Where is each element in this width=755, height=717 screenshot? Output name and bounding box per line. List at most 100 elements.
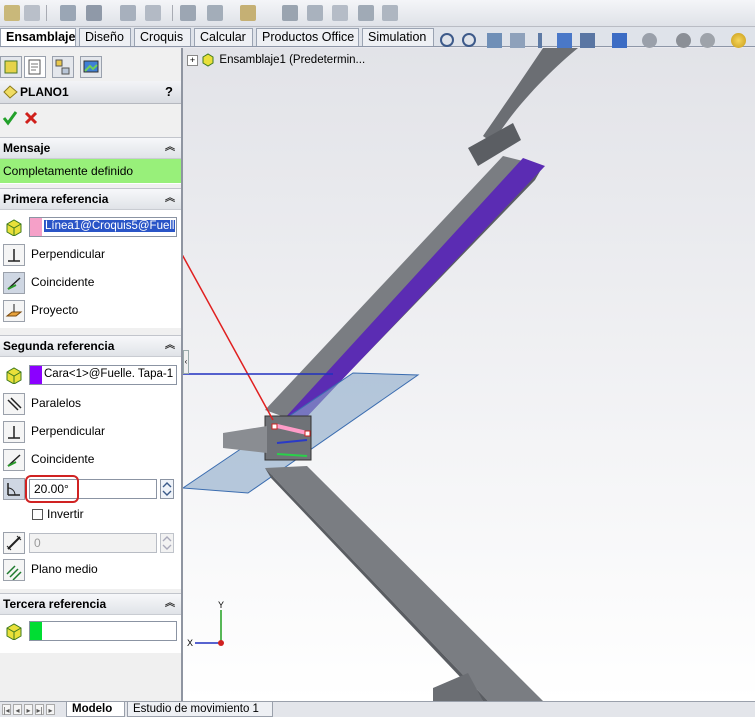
- perpendicular-button[interactable]: [3, 244, 25, 266]
- tab-scroll-arrow[interactable]: ▸: [46, 704, 55, 715]
- zoom-to-fit-icon[interactable]: [440, 33, 454, 47]
- tab-simulation[interactable]: Simulation: [362, 28, 434, 46]
- parallel-button[interactable]: [3, 393, 25, 415]
- view-settings-icon[interactable]: [700, 33, 715, 48]
- property-manager-tab[interactable]: [24, 56, 46, 78]
- coincident-button[interactable]: [3, 449, 25, 471]
- angle-spinner[interactable]: [160, 479, 174, 499]
- spinner-arrows-icon: [162, 482, 172, 496]
- project-option[interactable]: Proyecto: [3, 300, 179, 322]
- tab-croquis[interactable]: Croquis: [134, 28, 191, 46]
- feature-manager-tab[interactable]: [0, 56, 22, 78]
- invert-option[interactable]: Invertir: [3, 504, 179, 526]
- distance-option: 0: [3, 532, 179, 554]
- hide-show-items-icon[interactable]: [612, 33, 627, 48]
- cancel-x-icon[interactable]: [24, 111, 38, 125]
- toolbar-separator: [46, 5, 47, 21]
- distance-input[interactable]: 0: [29, 533, 157, 553]
- coincident-option-2[interactable]: Coincidente: [3, 449, 179, 471]
- reference-geometry-icon[interactable]: [240, 5, 256, 21]
- third-reference-header[interactable]: Tercera referencia ︽: [0, 594, 181, 615]
- tab-modelo[interactable]: Modelo: [66, 702, 125, 717]
- tab-diseno[interactable]: Diseño: [79, 28, 131, 46]
- new-motion-study-icon[interactable]: [282, 5, 298, 21]
- open-icon[interactable]: [24, 5, 40, 21]
- help-button[interactable]: ?: [165, 84, 173, 99]
- second-reference-field[interactable]: Cara<1>@Fuelle. Tapa-1: [29, 365, 177, 385]
- collapse-icon[interactable]: ︽: [165, 138, 175, 158]
- realview-icon[interactable]: [731, 33, 746, 48]
- perpendicular-icon: [8, 249, 20, 262]
- smart-fasteners-icon[interactable]: [180, 5, 196, 21]
- bill-of-materials-icon[interactable]: [307, 5, 323, 21]
- graphics-area[interactable]: Y X + Ensamblaje1 (Predetermin...: [183, 48, 755, 701]
- instant3d-icon[interactable]: [358, 5, 374, 21]
- midplane-button[interactable]: [3, 559, 25, 581]
- display-manager-tab[interactable]: [80, 56, 102, 78]
- dynamic-annotation-icon[interactable]: [538, 33, 542, 48]
- parallel-option[interactable]: Paralelos: [3, 393, 179, 415]
- new-document-icon[interactable]: [4, 5, 20, 21]
- option-label: Plano medio: [31, 562, 98, 576]
- collapse-icon[interactable]: ︽: [165, 189, 175, 209]
- zoom-to-area-icon[interactable]: [462, 33, 476, 47]
- next-tab-arrow[interactable]: ▸: [24, 704, 33, 715]
- display-style-icon[interactable]: [580, 33, 595, 48]
- distance-icon: [6, 535, 22, 551]
- toolbar-separator: [172, 5, 173, 21]
- project-button[interactable]: [3, 300, 25, 322]
- angle-button[interactable]: [3, 478, 25, 500]
- perpendicular-button[interactable]: [3, 421, 25, 443]
- last-tab-arrow[interactable]: ▸|: [35, 704, 44, 715]
- first-reference-field[interactable]: Línea1@Croquis5@Fuell: [29, 217, 177, 237]
- expand-icon[interactable]: +: [187, 54, 198, 66]
- feature-tree-flyout[interactable]: + Ensamblaje1 (Predetermin...: [187, 53, 365, 67]
- perpendicular-option-2[interactable]: Perpendicular: [3, 421, 179, 443]
- midplane-option[interactable]: Plano medio: [3, 559, 179, 581]
- move-component-icon[interactable]: [120, 5, 136, 21]
- edit-component-icon[interactable]: [60, 5, 76, 21]
- option-label: Perpendicular: [31, 424, 106, 438]
- option-label: Coincidente: [31, 452, 95, 466]
- tab-ensamblaje[interactable]: Ensamblaje: [0, 28, 76, 46]
- edit-appearance-icon[interactable]: [642, 33, 657, 48]
- distance-spinner[interactable]: [160, 533, 174, 553]
- third-reference-field[interactable]: [29, 621, 177, 641]
- prev-tab-arrow[interactable]: ◂: [13, 704, 22, 715]
- perpendicular-option[interactable]: Perpendicular: [3, 244, 179, 266]
- first-reference-header[interactable]: Primera referencia ︽: [0, 189, 181, 210]
- distance-button[interactable]: [3, 532, 25, 554]
- collapse-icon[interactable]: ︽: [165, 594, 175, 614]
- midplane-icon: [6, 565, 22, 581]
- collapse-icon[interactable]: ︽: [165, 336, 175, 356]
- configuration-manager-tab[interactable]: [52, 56, 74, 78]
- highlight-annotation: [25, 475, 79, 503]
- second-reference-selection-row: Cara<1>@Fuelle. Tapa-1: [3, 364, 179, 386]
- exploded-view-icon[interactable]: [332, 5, 348, 21]
- tab-productos-office[interactable]: Productos Office: [256, 28, 359, 46]
- ok-checkmark-icon[interactable]: [2, 110, 18, 126]
- handle-point[interactable]: [304, 430, 311, 437]
- panel-collapse-handle[interactable]: ‹: [183, 350, 189, 374]
- handle-point[interactable]: [271, 423, 278, 430]
- first-tab-arrow[interactable]: |◂: [2, 704, 11, 715]
- previous-view-icon[interactable]: [487, 33, 502, 48]
- assembly-features-icon[interactable]: [207, 5, 223, 21]
- section-view-icon[interactable]: [510, 33, 525, 48]
- coincident-option[interactable]: Coincidente: [3, 272, 179, 294]
- explode-line-icon[interactable]: [382, 5, 398, 21]
- motion-study-tabs: |◂ ◂ ▸ ▸| ▸ Modelo Estudio de movimiento…: [0, 701, 755, 717]
- tab-motion-study[interactable]: Estudio de movimiento 1: [127, 702, 273, 717]
- apply-scene-icon[interactable]: [676, 33, 691, 48]
- component-cube-icon: [6, 623, 22, 640]
- mate-icon[interactable]: [86, 5, 102, 21]
- view-orientation-icon[interactable]: [557, 33, 572, 48]
- second-reference-header[interactable]: Segunda referencia ︽: [0, 336, 181, 357]
- rotate-component-icon[interactable]: [145, 5, 161, 21]
- coincident-button[interactable]: [3, 272, 25, 294]
- tab-calcular[interactable]: Calcular: [194, 28, 253, 46]
- selected-face[interactable]: [283, 158, 545, 423]
- angle-icon: [7, 483, 20, 496]
- message-header[interactable]: Mensaje ︽: [0, 138, 181, 159]
- invert-checkbox[interactable]: [32, 509, 43, 520]
